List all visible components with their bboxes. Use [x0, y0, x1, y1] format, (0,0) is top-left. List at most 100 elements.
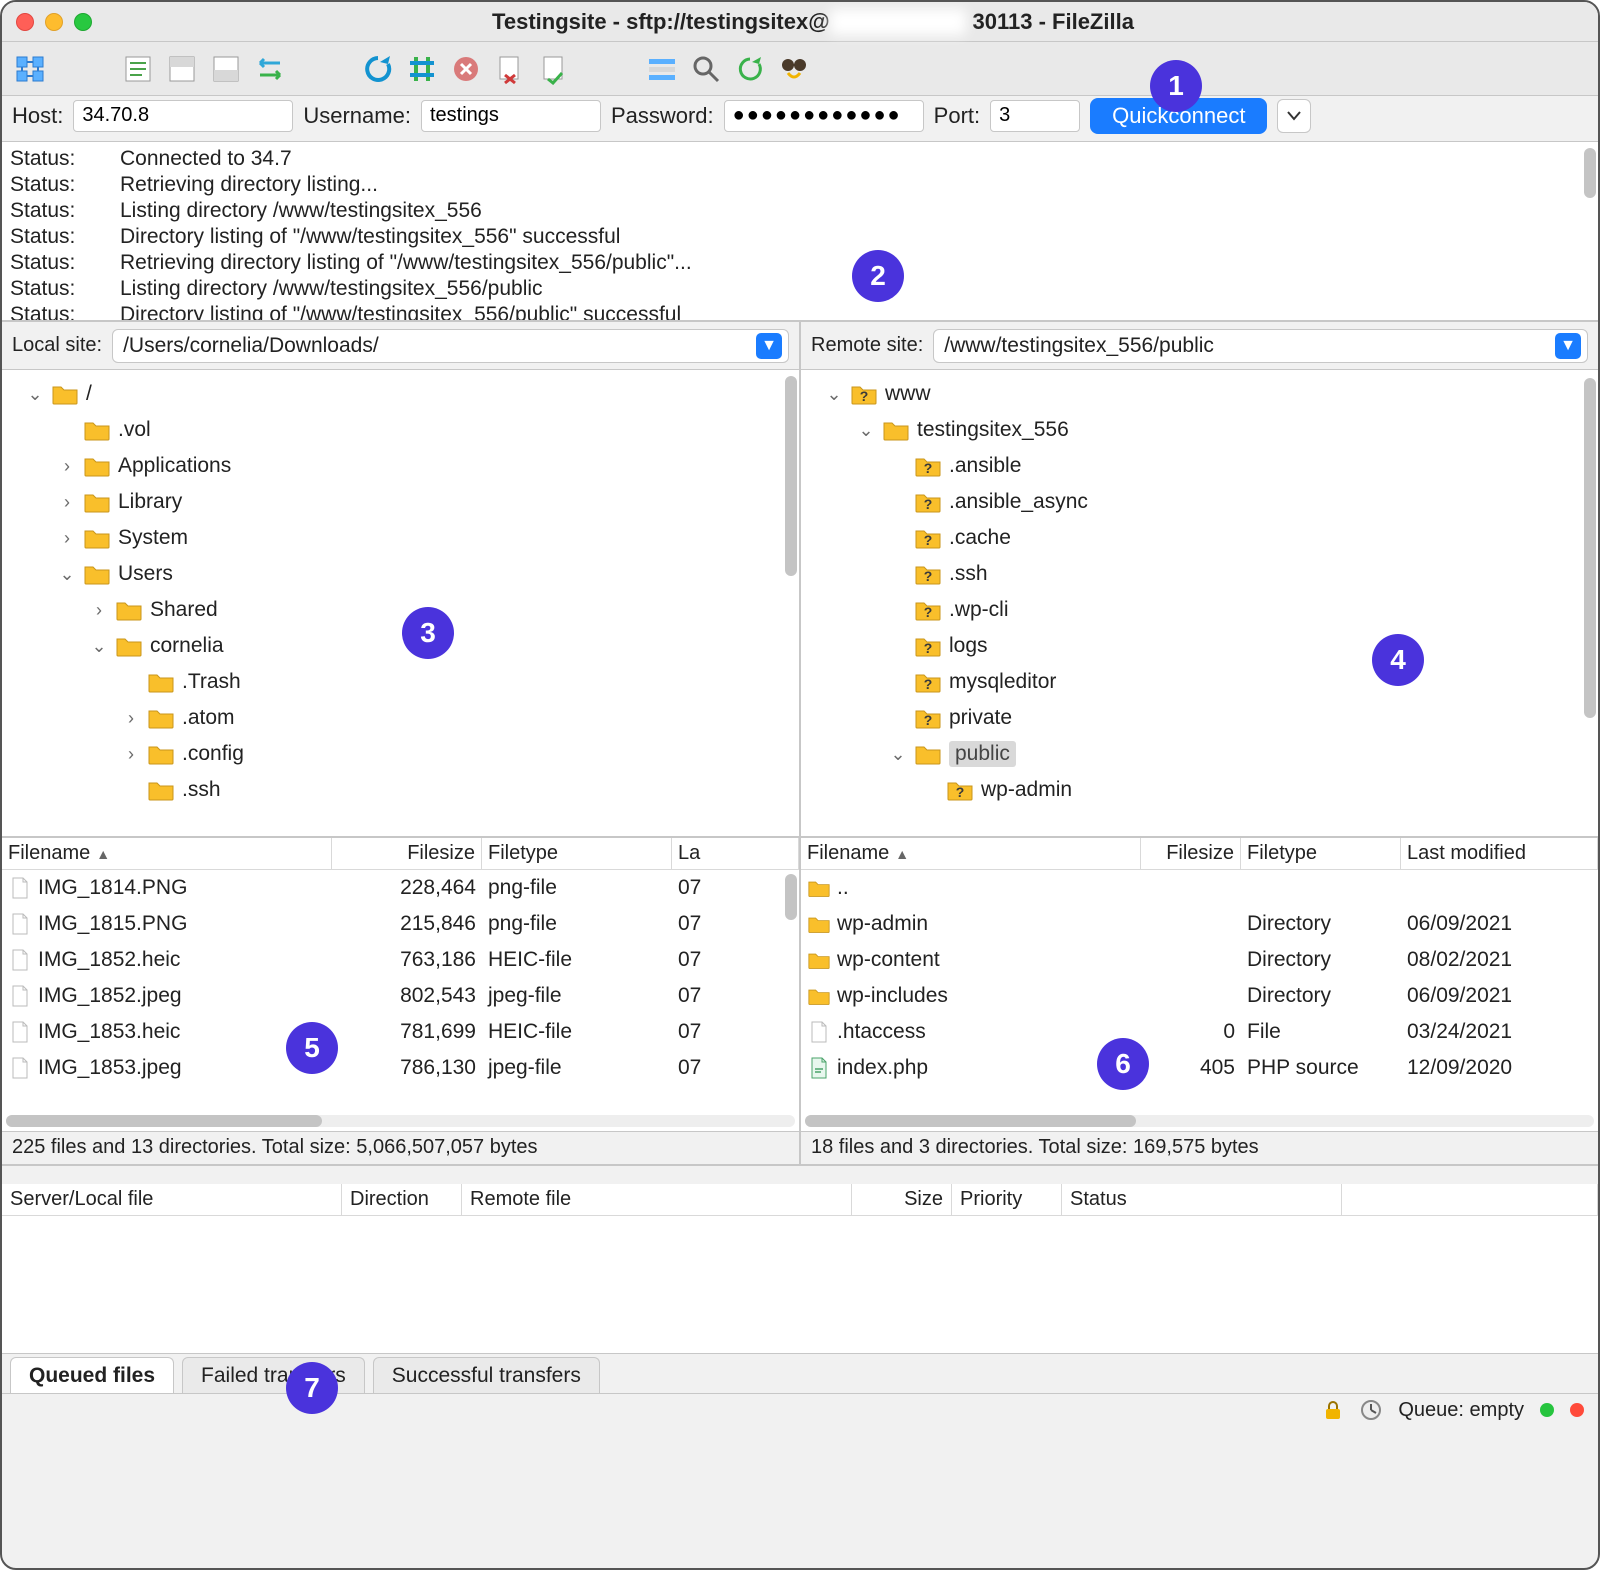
qcol-remote[interactable]: Remote file	[462, 1184, 852, 1215]
local-files-vscrollbar[interactable]	[785, 874, 797, 920]
file-row[interactable]: wp-includesDirectory06/09/2021	[801, 978, 1598, 1014]
chevron-down-icon[interactable]: ▼	[1555, 333, 1581, 359]
twisty-expanded-icon[interactable]: ⌄	[825, 384, 843, 405]
quickconnect-history-dropdown[interactable]	[1277, 99, 1311, 133]
transfer-queue[interactable]: Server/Local file Direction Remote file …	[2, 1184, 1598, 1354]
tree-item[interactable]: ›Applications	[6, 448, 795, 484]
twisty-collapsed-icon[interactable]: ›	[90, 600, 108, 621]
file-row[interactable]: IMG_1852.jpeg802,543jpeg-file07	[2, 978, 799, 1014]
qcol-size[interactable]: Size	[852, 1184, 952, 1215]
tree-item[interactable]: ⌄/	[6, 376, 795, 412]
file-row[interactable]: ..	[801, 870, 1598, 906]
file-row[interactable]: IMG_1814.PNG228,464png-file07	[2, 870, 799, 906]
local-site-combo[interactable]: /Users/cornelia/Downloads/ ▼	[112, 329, 789, 363]
tree-item[interactable]: .wp-cli	[805, 592, 1594, 628]
tree-item[interactable]: .ansible	[805, 448, 1594, 484]
local-directory-tree[interactable]: ⌄/.vol›Applications›Library›System⌄Users…	[2, 370, 799, 836]
col-filetype[interactable]: Filetype	[482, 838, 672, 869]
tree-item[interactable]: ⌄cornelia	[6, 628, 795, 664]
remote-directory-tree[interactable]: ⌄www⌄testingsitex_556.ansible.ansible_as…	[799, 370, 1598, 836]
tree-item[interactable]: ⌄Users	[6, 556, 795, 592]
twisty-expanded-icon[interactable]: ⌄	[857, 420, 875, 441]
qcol-priority[interactable]: Priority	[952, 1184, 1062, 1215]
compare-icon[interactable]	[776, 51, 812, 87]
remote-file-list[interactable]: Filename▲ Filesize Filetype Last modifie…	[799, 838, 1598, 1131]
lock-icon[interactable]	[1322, 1399, 1344, 1421]
site-manager-icon[interactable]	[12, 51, 48, 87]
tree-item[interactable]: .ssh	[805, 556, 1594, 592]
speed-limit-icon[interactable]	[1360, 1399, 1382, 1421]
host-input[interactable]	[73, 100, 293, 132]
twisty-collapsed-icon[interactable]: ›	[58, 456, 76, 477]
message-log[interactable]: Status:Connected to 34.7Status:Retrievin…	[2, 142, 1598, 322]
username-input[interactable]	[421, 100, 601, 132]
tree-item[interactable]: .cache	[805, 520, 1594, 556]
tab-successful-transfers[interactable]: Successful transfers	[373, 1357, 600, 1393]
twisty-collapsed-icon[interactable]: ›	[58, 492, 76, 513]
tree-item[interactable]: ⌄www	[805, 376, 1594, 412]
twisty-expanded-icon[interactable]: ⌄	[58, 564, 76, 585]
tree-item[interactable]: wp-admin	[805, 772, 1594, 808]
toggle-queue-icon[interactable]	[252, 51, 288, 87]
local-file-list[interactable]: Filename▲ Filesize Filetype La IMG_1814.…	[2, 838, 799, 1131]
minimize-window-button[interactable]	[45, 13, 63, 31]
file-row[interactable]: index.php405PHP source12/09/2020	[801, 1050, 1598, 1086]
refresh-icon[interactable]	[360, 51, 396, 87]
twisty-expanded-icon[interactable]: ⌄	[889, 744, 907, 765]
col-lastmod[interactable]: La	[672, 838, 799, 869]
col-filename[interactable]: Filename▲	[801, 838, 1141, 869]
tree-item[interactable]: mysqleditor	[805, 664, 1594, 700]
sync-browse-icon[interactable]	[732, 51, 768, 87]
tree-item[interactable]: .vol	[6, 412, 795, 448]
tree-item[interactable]: ⌄testingsitex_556	[805, 412, 1594, 448]
search-icon[interactable]	[688, 51, 724, 87]
maximize-window-button[interactable]	[74, 13, 92, 31]
col-filesize[interactable]: Filesize	[1141, 838, 1241, 869]
twisty-collapsed-icon[interactable]: ›	[122, 708, 140, 729]
local-files-hscrollbar[interactable]	[6, 1115, 795, 1127]
filter-icon[interactable]	[644, 51, 680, 87]
tree-item[interactable]: ›Shared	[6, 592, 795, 628]
file-row[interactable]: IMG_1815.PNG215,846png-file07	[2, 906, 799, 942]
col-filesize[interactable]: Filesize	[332, 838, 482, 869]
tree-item[interactable]: .Trash	[6, 664, 795, 700]
file-row[interactable]: IMG_1853.jpeg786,130jpeg-file07	[2, 1050, 799, 1086]
remote-files-hscrollbar[interactable]	[805, 1115, 1594, 1127]
log-scrollbar[interactable]	[1584, 148, 1596, 198]
close-window-button[interactable]	[16, 13, 34, 31]
remote-site-combo[interactable]: /www/testingsitex_556/public ▼	[933, 329, 1588, 363]
file-row[interactable]: IMG_1853.heic781,699HEIC-file07	[2, 1014, 799, 1050]
toggle-remote-tree-icon[interactable]	[208, 51, 244, 87]
twisty-collapsed-icon[interactable]: ›	[122, 744, 140, 765]
file-row[interactable]: wp-adminDirectory06/09/2021	[801, 906, 1598, 942]
file-row[interactable]: .htaccess0File03/24/2021	[801, 1014, 1598, 1050]
reconnect-icon[interactable]	[536, 51, 572, 87]
twisty-collapsed-icon[interactable]: ›	[58, 528, 76, 549]
tree-item[interactable]: logs	[805, 628, 1594, 664]
twisty-expanded-icon[interactable]: ⌄	[26, 384, 44, 405]
port-input[interactable]	[990, 100, 1080, 132]
file-row[interactable]: wp-contentDirectory08/02/2021	[801, 942, 1598, 978]
tree-item[interactable]: ›System	[6, 520, 795, 556]
tree-item[interactable]: .ssh	[6, 772, 795, 808]
qcol-status[interactable]: Status	[1062, 1184, 1342, 1215]
toggle-log-icon[interactable]	[120, 51, 156, 87]
process-queue-icon[interactable]	[404, 51, 440, 87]
tab-queued-files[interactable]: Queued files	[10, 1357, 174, 1393]
cancel-icon[interactable]	[448, 51, 484, 87]
chevron-down-icon[interactable]: ▼	[756, 333, 782, 359]
tree-item[interactable]: ›Library	[6, 484, 795, 520]
remote-tree-scrollbar[interactable]	[1584, 378, 1596, 718]
col-lastmod[interactable]: Last modified	[1401, 838, 1598, 869]
toggle-local-tree-icon[interactable]	[164, 51, 200, 87]
qcol-server[interactable]: Server/Local file	[2, 1184, 342, 1215]
col-filetype[interactable]: Filetype	[1241, 838, 1401, 869]
local-tree-scrollbar[interactable]	[785, 376, 797, 576]
tree-item[interactable]: ⌄public	[805, 736, 1594, 772]
tree-item[interactable]: ›.config	[6, 736, 795, 772]
tree-item[interactable]: .ansible_async	[805, 484, 1594, 520]
qcol-direction[interactable]: Direction	[342, 1184, 462, 1215]
tree-item[interactable]: ›.atom	[6, 700, 795, 736]
tree-item[interactable]: private	[805, 700, 1594, 736]
col-filename[interactable]: Filename▲	[2, 838, 332, 869]
